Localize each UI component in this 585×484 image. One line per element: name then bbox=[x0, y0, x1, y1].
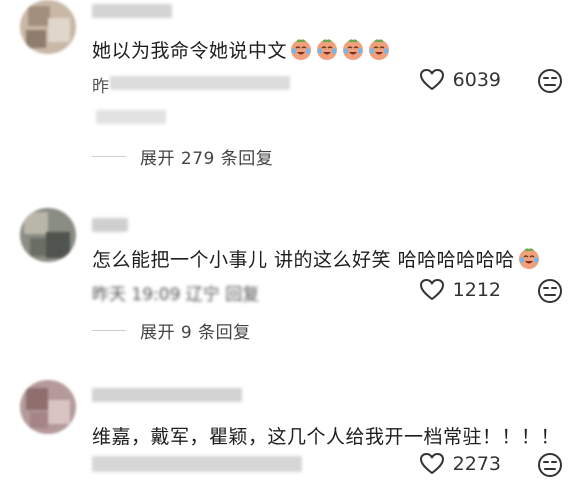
comment-meta-blurred bbox=[110, 76, 290, 90]
heart-icon bbox=[419, 69, 444, 90]
comment-meta-partial: 昨 bbox=[92, 77, 109, 97]
dislike-face-icon[interactable] bbox=[537, 278, 563, 304]
crying-laughing-emoji-icon bbox=[369, 39, 390, 60]
expand-replies[interactable]: 展开 279 条回复 bbox=[92, 144, 273, 169]
crying-laughing-emoji-icon bbox=[291, 39, 312, 60]
dislike-face-icon[interactable] bbox=[537, 68, 563, 94]
expand-replies-label: 展开 279 条回复 bbox=[140, 149, 274, 169]
expand-replies-label: 展开 9 条回复 bbox=[140, 323, 251, 343]
username-blurred[interactable] bbox=[92, 4, 172, 18]
comment-text: 维嘉，戴军，瞿颖，这几个人给我开一档常驻！！！！ bbox=[92, 426, 561, 448]
like-button[interactable]: 1212 bbox=[419, 278, 501, 302]
comment-item: 怎么能把一个小事儿 讲的这么好笑 哈哈哈哈哈哈 昨天 19:09 辽宁 回复 1… bbox=[0, 200, 585, 350]
comment-meta: 昨天 19:09 辽宁 回复 bbox=[92, 285, 260, 305]
like-count: 1212 bbox=[452, 279, 501, 301]
comment-extra-blurred bbox=[96, 110, 166, 124]
like-button[interactable]: 6039 bbox=[419, 68, 501, 92]
avatar[interactable] bbox=[20, 208, 76, 262]
like-button[interactable]: 2273 bbox=[419, 452, 501, 476]
like-count: 2273 bbox=[452, 453, 501, 475]
comment-text: 她以为我命令她说中文 bbox=[92, 36, 391, 63]
username-blurred[interactable] bbox=[92, 388, 242, 402]
expand-replies[interactable]: 展开 9 条回复 bbox=[92, 318, 251, 343]
comment-item: 维嘉，戴军，瞿颖，这几个人给我开一档常驻！！！！ 2273 bbox=[0, 372, 585, 484]
comment-item: 她以为我命令她说中文 昨 6039 展开 279 条回复 bbox=[0, 0, 585, 170]
dislike-face-icon[interactable] bbox=[537, 452, 563, 478]
avatar[interactable] bbox=[20, 0, 76, 54]
comment-meta-blurred bbox=[92, 456, 302, 472]
reply-divider bbox=[92, 156, 126, 157]
avatar[interactable] bbox=[20, 380, 76, 434]
crying-laughing-emoji-icon bbox=[343, 39, 364, 60]
comment-text: 怎么能把一个小事儿 讲的这么好笑 哈哈哈哈哈哈 bbox=[92, 245, 541, 272]
crying-laughing-emoji-icon bbox=[518, 248, 539, 269]
crying-laughing-emoji-icon bbox=[317, 39, 338, 60]
heart-icon bbox=[419, 453, 444, 474]
username-blurred[interactable] bbox=[92, 218, 128, 232]
reply-divider bbox=[92, 330, 126, 331]
heart-icon bbox=[419, 279, 444, 300]
like-count: 6039 bbox=[452, 69, 501, 91]
